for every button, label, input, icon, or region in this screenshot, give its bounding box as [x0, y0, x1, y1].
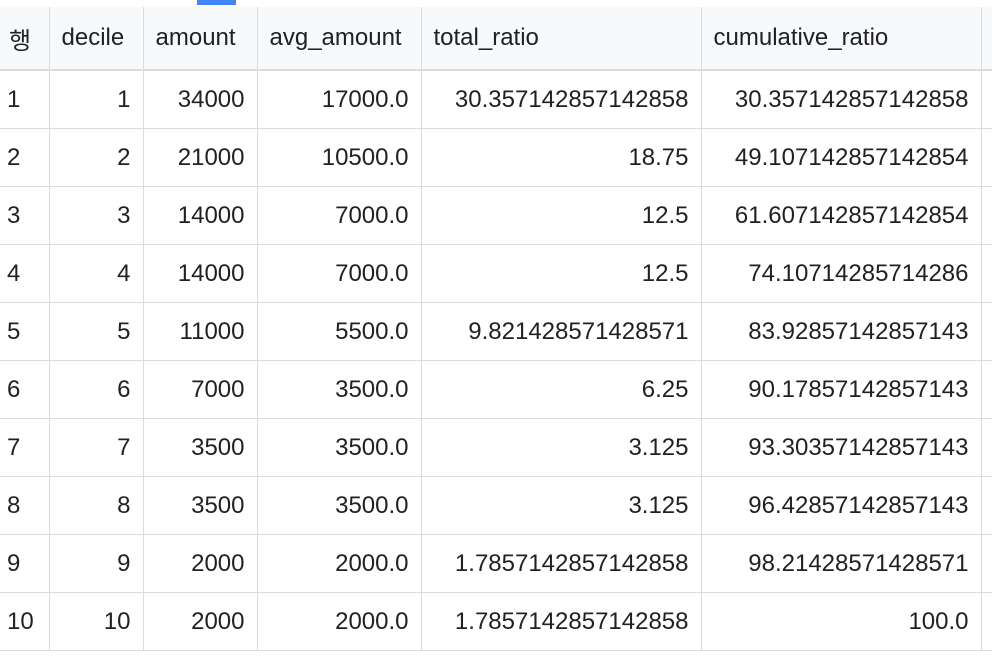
total-ratio-cell: 1.7857142857142858	[421, 534, 702, 593]
decile-cell: 7	[49, 418, 144, 477]
avg-amount-cell: 17000.0	[257, 70, 422, 129]
table-body: 1 1 34000 17000.0 30.357142857142858 30.35714…	[0, 70, 992, 651]
avg-amount-cell: 3500.0	[257, 476, 422, 535]
header-filler	[981, 7, 992, 71]
row-filler	[981, 128, 992, 187]
amount-cell: 2000	[143, 534, 258, 593]
active-tab-indicator	[197, 0, 236, 5]
total-ratio-cell: 18.75	[421, 128, 702, 187]
avg-amount-cell: 10500.0	[257, 128, 422, 187]
amount-cell: 7000	[143, 360, 258, 419]
table-row[interactable]: 6 6 7000 3500.0 6.25 90.17857142857143	[0, 360, 992, 419]
amount-cell: 3500	[143, 418, 258, 477]
cumulative-ratio-cell: 49.107142857142854	[701, 128, 982, 187]
row-filler	[981, 476, 992, 535]
table-row[interactable]: 10 10 2000 2000.0 1.7857142857142858 100.0	[0, 592, 992, 651]
cumulative-ratio-cell: 90.17857142857143	[701, 360, 982, 419]
decile-cell: 8	[49, 476, 144, 535]
row-number-cell: 10	[0, 592, 50, 651]
table-row[interactable]: 4 4 14000 7000.0 12.5 74.10714285714286	[0, 244, 992, 303]
total-ratio-cell: 1.7857142857142858	[421, 592, 702, 651]
row-filler	[981, 418, 992, 477]
total-ratio-cell: 9.821428571428571	[421, 302, 702, 361]
total-ratio-cell: 12.5	[421, 186, 702, 245]
row-filler	[981, 186, 992, 245]
amount-cell: 14000	[143, 186, 258, 245]
query-results-table: 행 decile amount avg_amount total_ratio c…	[0, 7, 992, 651]
cumulative-ratio-cell: 61.607142857142854	[701, 186, 982, 245]
amount-cell: 34000	[143, 70, 258, 129]
row-filler	[981, 534, 992, 593]
cumulative-ratio-cell: 98.21428571428571	[701, 534, 982, 593]
row-number-cell: 7	[0, 418, 50, 477]
cumulative-ratio-cell: 83.92857142857143	[701, 302, 982, 361]
total-ratio-cell: 12.5	[421, 244, 702, 303]
avg-amount-cell: 3500.0	[257, 418, 422, 477]
decile-cell: 4	[49, 244, 144, 303]
table-row[interactable]: 5 5 11000 5500.0 9.821428571428571 83.9285714…	[0, 302, 992, 361]
row-filler	[981, 302, 992, 361]
decile-cell: 6	[49, 360, 144, 419]
row-filler	[981, 592, 992, 651]
decile-cell: 10	[49, 592, 144, 651]
column-header-cumulative-ratio[interactable]: cumulative_ratio	[701, 7, 982, 71]
cumulative-ratio-cell: 30.357142857142858	[701, 70, 982, 129]
decile-cell: 3	[49, 186, 144, 245]
cumulative-ratio-cell: 96.42857142857143	[701, 476, 982, 535]
avg-amount-cell: 2000.0	[257, 592, 422, 651]
avg-amount-cell: 5500.0	[257, 302, 422, 361]
total-ratio-cell: 3.125	[421, 476, 702, 535]
row-filler	[981, 360, 992, 419]
total-ratio-cell: 30.357142857142858	[421, 70, 702, 129]
header-row: 행 decile amount avg_amount total_ratio c…	[0, 7, 992, 71]
amount-cell: 21000	[143, 128, 258, 187]
table-row[interactable]: 3 3 14000 7000.0 12.5 61.607142857142854	[0, 186, 992, 245]
row-filler	[981, 244, 992, 303]
column-header-decile[interactable]: decile	[49, 7, 144, 71]
row-filler	[981, 70, 992, 129]
table-row[interactable]: 7 7 3500 3500.0 3.125 93.30357142857143	[0, 418, 992, 477]
row-number-cell: 1	[0, 70, 50, 129]
table-row[interactable]: 8 8 3500 3500.0 3.125 96.42857142857143	[0, 476, 992, 535]
row-number-cell: 9	[0, 534, 50, 593]
total-ratio-cell: 3.125	[421, 418, 702, 477]
row-number-cell: 3	[0, 186, 50, 245]
avg-amount-cell: 7000.0	[257, 244, 422, 303]
decile-cell: 1	[49, 70, 144, 129]
amount-cell: 2000	[143, 592, 258, 651]
decile-cell: 9	[49, 534, 144, 593]
total-ratio-cell: 6.25	[421, 360, 702, 419]
amount-cell: 14000	[143, 244, 258, 303]
column-header-amount[interactable]: amount	[143, 7, 258, 71]
row-number-cell: 6	[0, 360, 50, 419]
row-number-cell: 8	[0, 476, 50, 535]
row-number-cell: 2	[0, 128, 50, 187]
column-header-total-ratio[interactable]: total_ratio	[421, 7, 702, 71]
avg-amount-cell: 2000.0	[257, 534, 422, 593]
row-number-cell: 4	[0, 244, 50, 303]
column-header-avg-amount[interactable]: avg_amount	[257, 7, 422, 71]
row-number-cell: 5	[0, 302, 50, 361]
table-row[interactable]: 1 1 34000 17000.0 30.357142857142858 30.35714…	[0, 70, 992, 129]
amount-cell: 11000	[143, 302, 258, 361]
decile-cell: 5	[49, 302, 144, 361]
cumulative-ratio-cell: 74.10714285714286	[701, 244, 982, 303]
amount-cell: 3500	[143, 476, 258, 535]
table-row[interactable]: 2 2 21000 10500.0 18.75 49.107142857142854	[0, 128, 992, 187]
avg-amount-cell: 3500.0	[257, 360, 422, 419]
table-row[interactable]: 9 9 2000 2000.0 1.7857142857142858 98.2142857…	[0, 534, 992, 593]
cumulative-ratio-cell: 100.0	[701, 592, 982, 651]
cumulative-ratio-cell: 93.30357142857143	[701, 418, 982, 477]
column-header-row-number[interactable]: 행	[0, 7, 50, 71]
decile-cell: 2	[49, 128, 144, 187]
avg-amount-cell: 7000.0	[257, 186, 422, 245]
